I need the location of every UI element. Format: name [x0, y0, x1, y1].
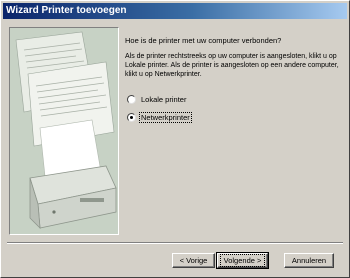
option-label: Lokale printer	[141, 94, 187, 104]
wizard-window: Wizard Printer toevoegen Hoe is de print…	[0, 0, 350, 278]
radio-option-network-printer[interactable]: Netwerkprinter	[127, 111, 192, 123]
printer-illustration	[9, 27, 119, 235]
button-separator	[7, 242, 343, 244]
option-label: Netwerkprinter	[139, 111, 192, 123]
next-button[interactable]: Volgende >	[216, 252, 269, 269]
back-button-label: < Vorige	[179, 256, 208, 265]
window-title: Wizard Printer toevoegen	[6, 5, 127, 16]
next-button-label: Volgende >	[219, 254, 266, 267]
radio-button-unchecked[interactable]	[127, 94, 136, 104]
radio-button-checked[interactable]	[127, 112, 136, 122]
radio-dot-icon	[130, 115, 133, 119]
connection-question: Hoe is de printer met uw computer verbon…	[125, 36, 282, 45]
cancel-button[interactable]: Annuleren	[284, 253, 334, 268]
printer-image	[10, 28, 118, 234]
instructions-text: Als de printer rechtstreeks op uw comput…	[125, 53, 339, 78]
cancel-button-label: Annuleren	[291, 256, 327, 265]
back-button[interactable]: < Vorige	[172, 253, 215, 268]
title-bar[interactable]: Wizard Printer toevoegen	[3, 3, 347, 19]
radio-option-local-printer[interactable]: Lokale printer	[127, 93, 187, 105]
